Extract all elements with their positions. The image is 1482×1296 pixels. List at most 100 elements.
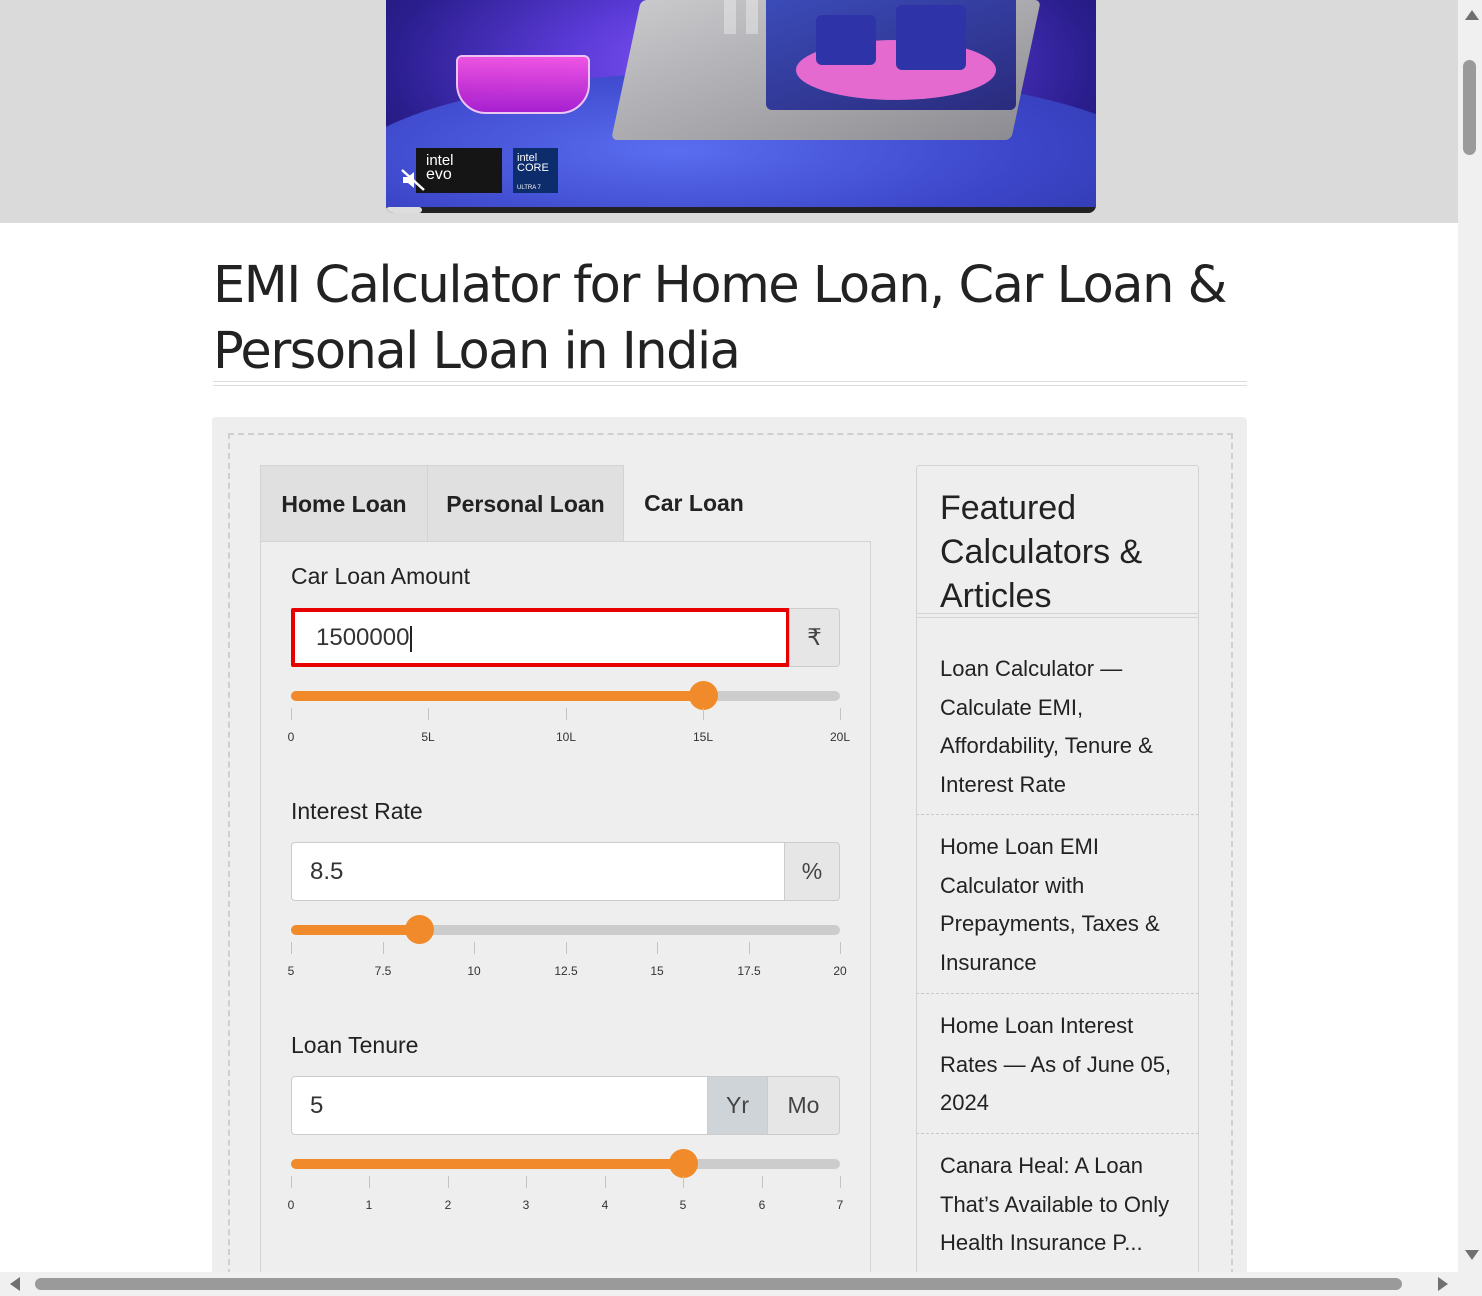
- badge-core-mid: CORE: [517, 162, 549, 174]
- slider-handle[interactable]: [669, 1149, 698, 1178]
- loan-amount-input[interactable]: 1500000: [291, 608, 790, 667]
- scale-tick-label: 7: [836, 1198, 844, 1212]
- mute-icon[interactable]: [400, 168, 426, 192]
- badge-core-bottom: ULTRA 7: [517, 185, 541, 191]
- sidebar-divider: [916, 993, 1199, 994]
- sidebar-link-home-loan-rates[interactable]: Home Loan Interest Rates — As of June 05…: [940, 1007, 1180, 1123]
- horizontal-scroll-thumb[interactable]: [35, 1278, 1402, 1290]
- ad-scene-glasses: [456, 55, 590, 114]
- scroll-down-arrow-icon[interactable]: [1465, 1250, 1479, 1260]
- rupee-icon: ₹: [789, 608, 840, 667]
- loan-amount-value: 1500000: [316, 624, 410, 651]
- sidebar-link-home-loan-emi[interactable]: Home Loan EMI Calculator with Prepayment…: [940, 828, 1180, 982]
- scale-tick: [840, 942, 841, 954]
- scale-tick: [428, 708, 429, 720]
- tab-home-loan[interactable]: Home Loan: [260, 465, 428, 542]
- scale-tick: [291, 1176, 292, 1188]
- scale-tick: [474, 942, 475, 954]
- interest-rate-scale: 5 7.5 10 12.5 15 17.5 20: [288, 942, 847, 978]
- loan-tenure-input[interactable]: 5: [291, 1076, 708, 1135]
- title-divider: [213, 381, 1247, 386]
- scale-tick: [291, 942, 292, 954]
- scale-tick-label: 3: [522, 1198, 530, 1212]
- scale-tick: [291, 708, 292, 720]
- tab-personal-loan[interactable]: Personal Loan: [427, 465, 624, 542]
- slider-fill: [291, 691, 703, 701]
- scale-tick: [526, 1176, 527, 1188]
- scale-tick-label: 20L: [829, 730, 851, 744]
- ad-scene-object: [816, 15, 876, 65]
- vertical-scroll-thumb[interactable]: [1463, 60, 1476, 155]
- ad-scene-object: [896, 5, 966, 70]
- loan-tenure-label: Loan Tenure: [291, 1032, 419, 1058]
- scale-tick-label: 5L: [421, 730, 435, 744]
- interest-rate-slider[interactable]: [291, 915, 840, 944]
- interest-rate-input[interactable]: 8.5: [291, 842, 785, 901]
- scale-tick-label: 15: [650, 964, 664, 978]
- scale-tick: [657, 942, 658, 954]
- slider-handle[interactable]: [405, 915, 434, 944]
- scale-tick: [383, 942, 384, 954]
- intel-evo-badge: intel evo: [416, 148, 502, 193]
- vertical-scrollbar[interactable]: [1458, 0, 1482, 1272]
- loan-amount-label: Car Loan Amount: [291, 563, 471, 589]
- scale-tick-label: 6: [758, 1198, 766, 1212]
- page-title: EMI Calculator for Home Loan, Car Loan &…: [213, 256, 1227, 381]
- scale-tick-label: 5: [679, 1198, 687, 1212]
- badge-evo-bottom: evo: [426, 166, 452, 183]
- slider-handle[interactable]: [689, 681, 718, 710]
- scroll-right-arrow-icon[interactable]: [1438, 1277, 1448, 1291]
- sidebar-divider: [916, 1133, 1199, 1134]
- loan-amount-input-group: 1500000 ₹: [291, 608, 840, 667]
- tenure-year-toggle[interactable]: Yr: [707, 1076, 768, 1135]
- loan-tenure-scale: 0 1 2 3 4 5 6 7: [288, 1176, 843, 1212]
- sidebar-divider: [916, 814, 1199, 815]
- tab-car-loan[interactable]: Car Loan: [624, 465, 764, 542]
- loan-tenure-input-group: 5 Yr Mo: [291, 1076, 840, 1135]
- horizontal-scrollbar[interactable]: [0, 1272, 1482, 1296]
- scroll-up-arrow-icon[interactable]: [1465, 10, 1479, 20]
- scale-tick: [369, 1176, 370, 1188]
- pause-icon[interactable]: [724, 0, 760, 34]
- loan-amount-slider[interactable]: [291, 681, 840, 710]
- interest-rate-input-group: 8.5 %: [291, 842, 840, 901]
- scale-tick-label: 12.5: [554, 964, 578, 978]
- intel-core-badge: intel CORE ULTRA 7: [513, 148, 558, 193]
- text-caret: [410, 625, 412, 652]
- slider-fill: [291, 925, 419, 935]
- sidebar-link-loan-calculator[interactable]: Loan Calculator — Calculate EMI, Afforda…: [940, 650, 1180, 804]
- scale-tick-label: 4: [601, 1198, 609, 1212]
- percent-icon: %: [784, 842, 840, 901]
- scale-tick-label: 10: [467, 964, 481, 978]
- video-progress-bar[interactable]: [386, 207, 1096, 213]
- scale-tick: [448, 1176, 449, 1188]
- scale-tick: [605, 1176, 606, 1188]
- sidebar-title: Featured Calculators & Articles: [940, 489, 1143, 615]
- loan-amount-scale: 0 5L 10L 15L 20L: [288, 708, 850, 744]
- ad-banner: intel evo intel CORE ULTRA 7: [0, 0, 1458, 223]
- scale-tick-label: 15L: [692, 730, 714, 744]
- scale-tick-label: 10L: [555, 730, 577, 744]
- scale-tick-label: 0: [287, 1198, 295, 1212]
- scale-tick: [749, 942, 750, 954]
- scale-tick-label: 0: [287, 730, 295, 744]
- scale-tick: [566, 708, 567, 720]
- scale-tick-label: 17.5: [737, 964, 761, 978]
- loan-tenure-slider[interactable]: [291, 1149, 840, 1178]
- ad-video[interactable]: intel evo intel CORE ULTRA 7: [386, 0, 1096, 213]
- scale-tick: [683, 1176, 684, 1188]
- scale-tick-label: 5: [287, 964, 295, 978]
- sidebar-link-canara-heal[interactable]: Canara Heal: A Loan That’s Available to …: [940, 1147, 1180, 1272]
- scroll-left-arrow-icon[interactable]: [10, 1277, 20, 1291]
- tenure-month-toggle[interactable]: Mo: [767, 1076, 840, 1135]
- interest-rate-label: Interest Rate: [291, 798, 423, 824]
- scale-tick-label: 7.5: [374, 964, 392, 978]
- slider-fill: [291, 1159, 683, 1169]
- scale-tick: [762, 1176, 763, 1188]
- scale-tick: [566, 942, 567, 954]
- scale-tick: [703, 708, 704, 720]
- scale-tick: [840, 708, 841, 720]
- scale-tick-label: 2: [444, 1198, 452, 1212]
- sidebar-title-divider: [916, 613, 1199, 618]
- scale-tick: [840, 1176, 841, 1188]
